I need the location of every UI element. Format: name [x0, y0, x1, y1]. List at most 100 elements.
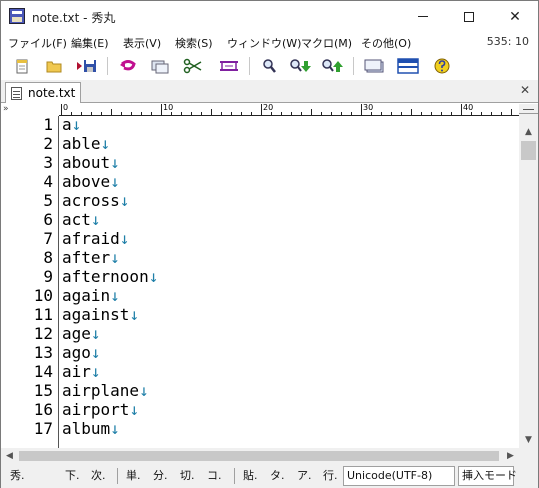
minimize-button[interactable] — [400, 1, 446, 32]
fkey-f8[interactable]: コ. — [207, 467, 222, 485]
scroll-left-arrow-icon[interactable]: ◀ — [1, 448, 18, 464]
text-line[interactable]: 8 after↓ — [1, 248, 519, 267]
text-line[interactable]: 11 against↓ — [1, 305, 519, 324]
text-line[interactable]: 15 airplane↓ — [1, 381, 519, 400]
ruler-tick — [261, 104, 262, 115]
encoding-status[interactable]: Unicode(UTF-8) — [343, 466, 455, 486]
new-file-button[interactable] — [10, 55, 34, 77]
search-prev-button[interactable] — [321, 55, 345, 77]
hidemaru-app-icon[interactable] — [9, 8, 25, 24]
menu-macro[interactable]: マクロ(M) — [301, 35, 352, 51]
fkey-f9[interactable]: 貼. — [243, 467, 258, 485]
text-line[interactable]: 17 album↓ — [1, 419, 519, 438]
close-button[interactable]: ✕ — [492, 1, 538, 32]
split-window-button[interactable] — [396, 55, 420, 77]
line-number: 3 — [43, 153, 53, 172]
search-icon — [263, 59, 276, 73]
menu-file[interactable]: ファイル(F) — [8, 35, 67, 51]
text-line[interactable]: 2 able↓ — [1, 134, 519, 153]
text-line[interactable]: 5 across↓ — [1, 191, 519, 210]
eol-mark: ↓ — [119, 191, 130, 210]
menu-search[interactable]: 検索(S) — [175, 35, 213, 51]
line-number: 6 — [43, 210, 53, 229]
menu-edit[interactable]: 編集(E) — [71, 35, 109, 51]
text-line[interactable]: 1 a↓ — [1, 115, 519, 134]
menu-window[interactable]: ウィンドウ(W) — [227, 35, 301, 51]
maximize-icon — [464, 11, 474, 22]
line-number: 10 — [33, 286, 53, 305]
fkey-f11[interactable]: ア. — [297, 467, 312, 485]
line-text: across — [62, 191, 120, 210]
window-title: note.txt - 秀丸 — [32, 11, 116, 25]
fkey-f4[interactable]: 次. — [91, 467, 106, 485]
text-line[interactable]: 9 afternoon↓ — [1, 267, 519, 286]
open-folder-icon — [46, 61, 62, 73]
line-content: afraid↓ — [62, 229, 129, 248]
text-line[interactable]: 6 act↓ — [1, 210, 519, 229]
search-next-button[interactable] — [289, 55, 313, 77]
line-number: 12 — [33, 324, 53, 343]
maximize-button[interactable] — [446, 1, 492, 32]
text-line[interactable]: 3 about↓ — [1, 153, 519, 172]
paste-button[interactable] — [217, 55, 241, 77]
text-line[interactable]: 16 airport↓ — [1, 400, 519, 419]
open-file-button[interactable] — [42, 55, 66, 77]
horizontal-scrollbar[interactable]: ◀ ▶ — [1, 448, 519, 464]
copy-icon — [151, 60, 169, 74]
tab-close-button[interactable]: ✕ — [520, 83, 530, 97]
eol-mark: ↓ — [90, 324, 101, 343]
split-handle[interactable] — [519, 104, 538, 114]
scroll-down-arrow-icon[interactable]: ▼ — [519, 431, 538, 448]
line-content: above↓ — [62, 172, 120, 191]
copy-button[interactable] — [148, 55, 172, 77]
ruler-tick — [461, 104, 462, 115]
text-line[interactable]: 10 again↓ — [1, 286, 519, 305]
text-line[interactable]: 14 air↓ — [1, 362, 519, 381]
help-button[interactable] — [430, 55, 454, 77]
vertical-scroll-thumb[interactable] — [521, 141, 536, 160]
fkey-f3[interactable]: 下. — [65, 467, 80, 485]
editor-area[interactable]: » 0 10 20 30 40 1 a↓ 2 able↓ 3 about↓ 4 above↓ 5 acro… — [1, 104, 538, 448]
text-line[interactable]: 4 above↓ — [1, 172, 519, 191]
save-button[interactable] — [75, 55, 99, 77]
eol-mark: ↓ — [119, 229, 130, 248]
text-line[interactable]: 7 afraid↓ — [1, 229, 519, 248]
fkey-f5[interactable]: 単. — [126, 467, 141, 485]
ruler-tick — [61, 104, 62, 115]
line-text: able — [62, 134, 101, 153]
tab-note-txt[interactable]: note.txt — [5, 82, 81, 103]
undo-button[interactable] — [116, 55, 140, 77]
text-line[interactable]: 13 ago↓ — [1, 343, 519, 362]
vertical-scrollbar[interactable]: ▲ ▼ — [519, 104, 538, 448]
line-content: album↓ — [62, 419, 120, 438]
line-number: 8 — [43, 248, 53, 267]
eol-mark: ↓ — [90, 210, 101, 229]
search-button[interactable] — [257, 55, 281, 77]
line-text: album — [62, 419, 111, 438]
line-text: air — [62, 362, 91, 381]
fkey-f12[interactable]: 行. — [323, 467, 338, 485]
line-content: against↓ — [62, 305, 139, 324]
search-next-icon — [290, 59, 311, 72]
eol-mark: ↓ — [71, 115, 82, 134]
insert-mode-status[interactable]: 挿入モード — [458, 466, 517, 486]
toolbar-separator — [353, 57, 354, 75]
menu-other[interactable]: その他(O) — [361, 35, 411, 51]
line-content: age↓ — [62, 324, 101, 343]
line-content: air↓ — [62, 362, 101, 381]
line-content: afternoon↓ — [62, 267, 158, 286]
fkey-f1[interactable]: 秀. — [10, 467, 25, 485]
eol-mark: ↓ — [110, 286, 120, 305]
scroll-up-arrow-icon[interactable]: ▲ — [519, 123, 538, 140]
horizontal-scroll-thumb[interactable] — [19, 451, 499, 461]
new-file-icon — [16, 59, 28, 74]
fkey-f6[interactable]: 分. — [153, 467, 168, 485]
fkey-f7[interactable]: 切. — [180, 467, 195, 485]
fkey-f10[interactable]: タ. — [270, 467, 285, 485]
ruler-tick — [161, 104, 162, 115]
text-line[interactable]: 12 age↓ — [1, 324, 519, 343]
scroll-right-arrow-icon[interactable]: ▶ — [502, 448, 519, 464]
menu-view[interactable]: 表示(V) — [123, 35, 161, 51]
cut-button[interactable] — [181, 55, 205, 77]
window-button[interactable] — [362, 55, 386, 77]
